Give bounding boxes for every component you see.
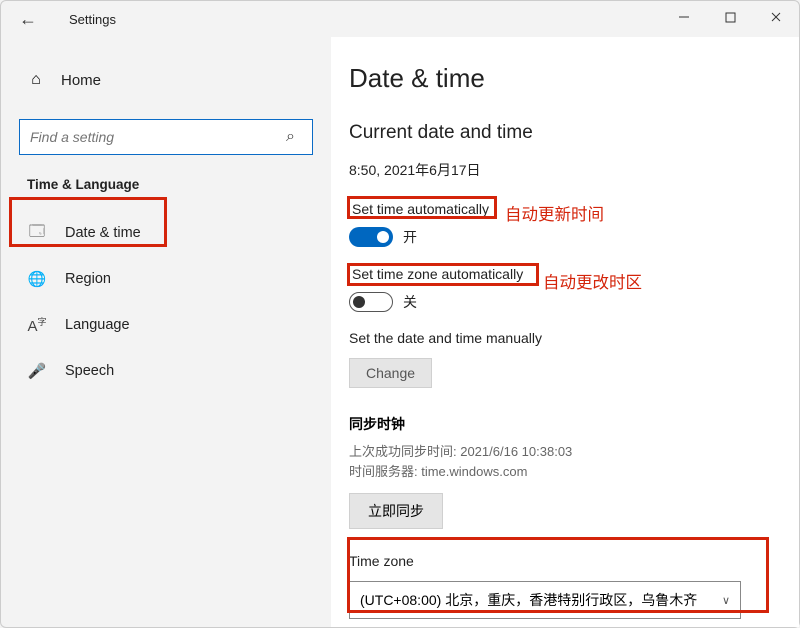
set-tz-auto-label: Set time zone automatically [349, 265, 526, 283]
set-tz-auto-toggle[interactable] [349, 292, 393, 312]
sidebar-home-label: Home [61, 72, 101, 89]
sidebar-item-region[interactable]: 🌐 Region [19, 256, 313, 302]
sidebar-item-language[interactable]: A字 Language [19, 302, 313, 348]
sidebar-item-speech[interactable]: 🎤 Speech [19, 348, 313, 394]
sidebar-item-label: Language [65, 317, 130, 333]
window-title: Settings [69, 12, 116, 27]
current-datetime-value: 8:50, 2021年6月17日 [349, 160, 777, 180]
annotation-auto-tz: 自动更改时区 [543, 269, 642, 293]
sidebar-item-label: Speech [65, 363, 114, 379]
sync-clock-title: 同步时钟 [349, 414, 777, 434]
sidebar-item-label: Region [65, 271, 111, 287]
main-panel: Date & time Current date and time 8:50, … [331, 37, 799, 627]
search-icon: ⌕ [286, 128, 302, 146]
sidebar-group-title: Time & Language [27, 177, 313, 192]
change-button[interactable]: Change [349, 358, 432, 388]
current-section-title: Current date and time [349, 122, 777, 144]
date-time-icon: 🗔 [27, 221, 47, 246]
time-zone-label: Time zone [349, 553, 777, 569]
sync-now-button[interactable]: 立即同步 [349, 493, 443, 529]
page-title: Date & time [349, 63, 777, 94]
time-zone-value: (UTC+08:00) 北京，重庆，香港特别行政区，乌鲁木齐 [360, 590, 697, 610]
sidebar-item-label: Date & time [65, 225, 141, 241]
toggle-state-on: 开 [403, 227, 417, 247]
back-icon[interactable]: ← [19, 9, 43, 30]
window-controls [661, 1, 799, 33]
language-icon: A字 [27, 315, 47, 335]
sync-server: 时间服务器: time.windows.com [349, 462, 777, 482]
manual-date-time-label: Set the date and time manually [349, 330, 542, 346]
close-button[interactable] [753, 1, 799, 33]
minimize-button[interactable] [661, 1, 707, 33]
sync-last-time: 上次成功同步时间: 2021/6/16 10:38:03 [349, 442, 777, 462]
set-time-auto-label: Set time automatically [349, 200, 492, 218]
sidebar-nav: 🗔 Date & time 🌐 Region A字 Language 🎤 Spe… [19, 210, 313, 394]
sidebar-home[interactable]: ⌂ Home [19, 59, 313, 101]
speech-icon: 🎤 [27, 362, 47, 380]
chevron-down-icon: ∨ [722, 594, 730, 607]
sidebar-item-date-time[interactable]: 🗔 Date & time [19, 210, 313, 256]
maximize-button[interactable] [707, 1, 753, 33]
region-icon: 🌐 [27, 270, 47, 288]
set-time-auto-toggle[interactable] [349, 227, 393, 247]
sidebar: ⌂ Home ⌕ Time & Language 🗔 Date & time 🌐… [1, 37, 331, 627]
search-input[interactable] [30, 129, 286, 145]
annotation-auto-time: 自动更新时间 [505, 201, 604, 225]
toggle-state-off: 关 [403, 292, 417, 312]
home-icon: ⌂ [27, 71, 45, 89]
time-zone-select[interactable]: (UTC+08:00) 北京，重庆，香港特别行政区，乌鲁木齐 ∨ [349, 581, 741, 619]
search-input-wrap[interactable]: ⌕ [19, 119, 313, 155]
